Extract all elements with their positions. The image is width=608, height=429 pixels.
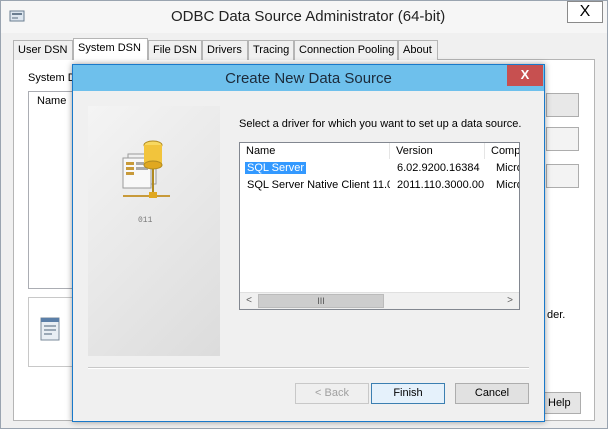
tab-tracing[interactable]: Tracing	[248, 40, 294, 60]
scroll-thumb[interactable]: III	[258, 294, 384, 308]
database-driver-icon	[122, 140, 170, 198]
driver-row[interactable]: SQL Server 6.02.9200.16384 Micro	[240, 161, 519, 178]
driver-name: SQL Server	[245, 162, 307, 174]
description-text-partial: der.	[547, 309, 566, 321]
help-button[interactable]: Help	[541, 392, 581, 414]
outer-close-button[interactable]: X	[567, 1, 603, 23]
finish-button[interactable]: Finish	[371, 383, 445, 404]
tab-user-dsn[interactable]: User DSN	[13, 40, 73, 60]
instruction-text: Select a driver for which you want to se…	[239, 118, 522, 130]
dialog-divider	[88, 367, 529, 369]
column-header-name[interactable]: Name	[240, 143, 390, 159]
configure-button[interactable]	[546, 164, 579, 188]
scroll-left-arrow[interactable]: <	[241, 294, 257, 308]
driver-version: 6.02.9200.16384	[397, 162, 480, 174]
scroll-right-arrow[interactable]: >	[502, 294, 518, 308]
outer-window-title: ODBC Data Source Administrator (64-bit)	[171, 8, 446, 25]
system-dsn-list[interactable]	[28, 91, 74, 289]
tab-about[interactable]: About	[398, 40, 438, 60]
driver-name: SQL Server Native Client 11.0	[247, 179, 390, 191]
wizard-side-image: 011	[88, 106, 220, 356]
cancel-button[interactable]: Cancel	[455, 383, 529, 404]
datasource-info-icon	[40, 317, 60, 341]
driver-version: 2011.110.3000.00	[397, 179, 485, 191]
tab-file-dsn[interactable]: File DSN	[148, 40, 202, 60]
image-digits: 011	[138, 216, 153, 225]
back-button[interactable]: < Back	[295, 383, 369, 404]
dialog-title: Create New Data Source	[225, 70, 392, 87]
driver-company: Micro	[496, 162, 519, 174]
driver-company: Micro	[496, 179, 519, 191]
system-dsn-label: System D	[28, 72, 76, 84]
system-dsn-name-column[interactable]: Name	[37, 95, 66, 107]
create-new-data-source-dialog: Create New Data Source X 011 Select a dr…	[72, 64, 545, 422]
add-button[interactable]	[546, 93, 579, 117]
tab-drivers[interactable]: Drivers	[202, 40, 248, 60]
driver-list[interactable]: Name Version Comp SQL Server 6.02.9200.1…	[239, 142, 520, 310]
odbc-app-icon	[9, 10, 25, 22]
horizontal-scrollbar[interactable]: < III >	[240, 292, 519, 309]
driver-row[interactable]: SQL Server Native Client 11.0 2011.110.3…	[240, 178, 519, 195]
column-header-company[interactable]: Comp	[485, 143, 519, 159]
tab-strip: User DSN System DSN File DSN Drivers Tra…	[13, 38, 453, 60]
remove-button[interactable]	[546, 127, 579, 151]
tab-connection-pooling[interactable]: Connection Pooling	[294, 40, 398, 60]
dialog-close-button[interactable]: X	[507, 65, 543, 86]
column-header-version[interactable]: Version	[390, 143, 485, 159]
tab-system-dsn[interactable]: System DSN	[73, 38, 148, 60]
